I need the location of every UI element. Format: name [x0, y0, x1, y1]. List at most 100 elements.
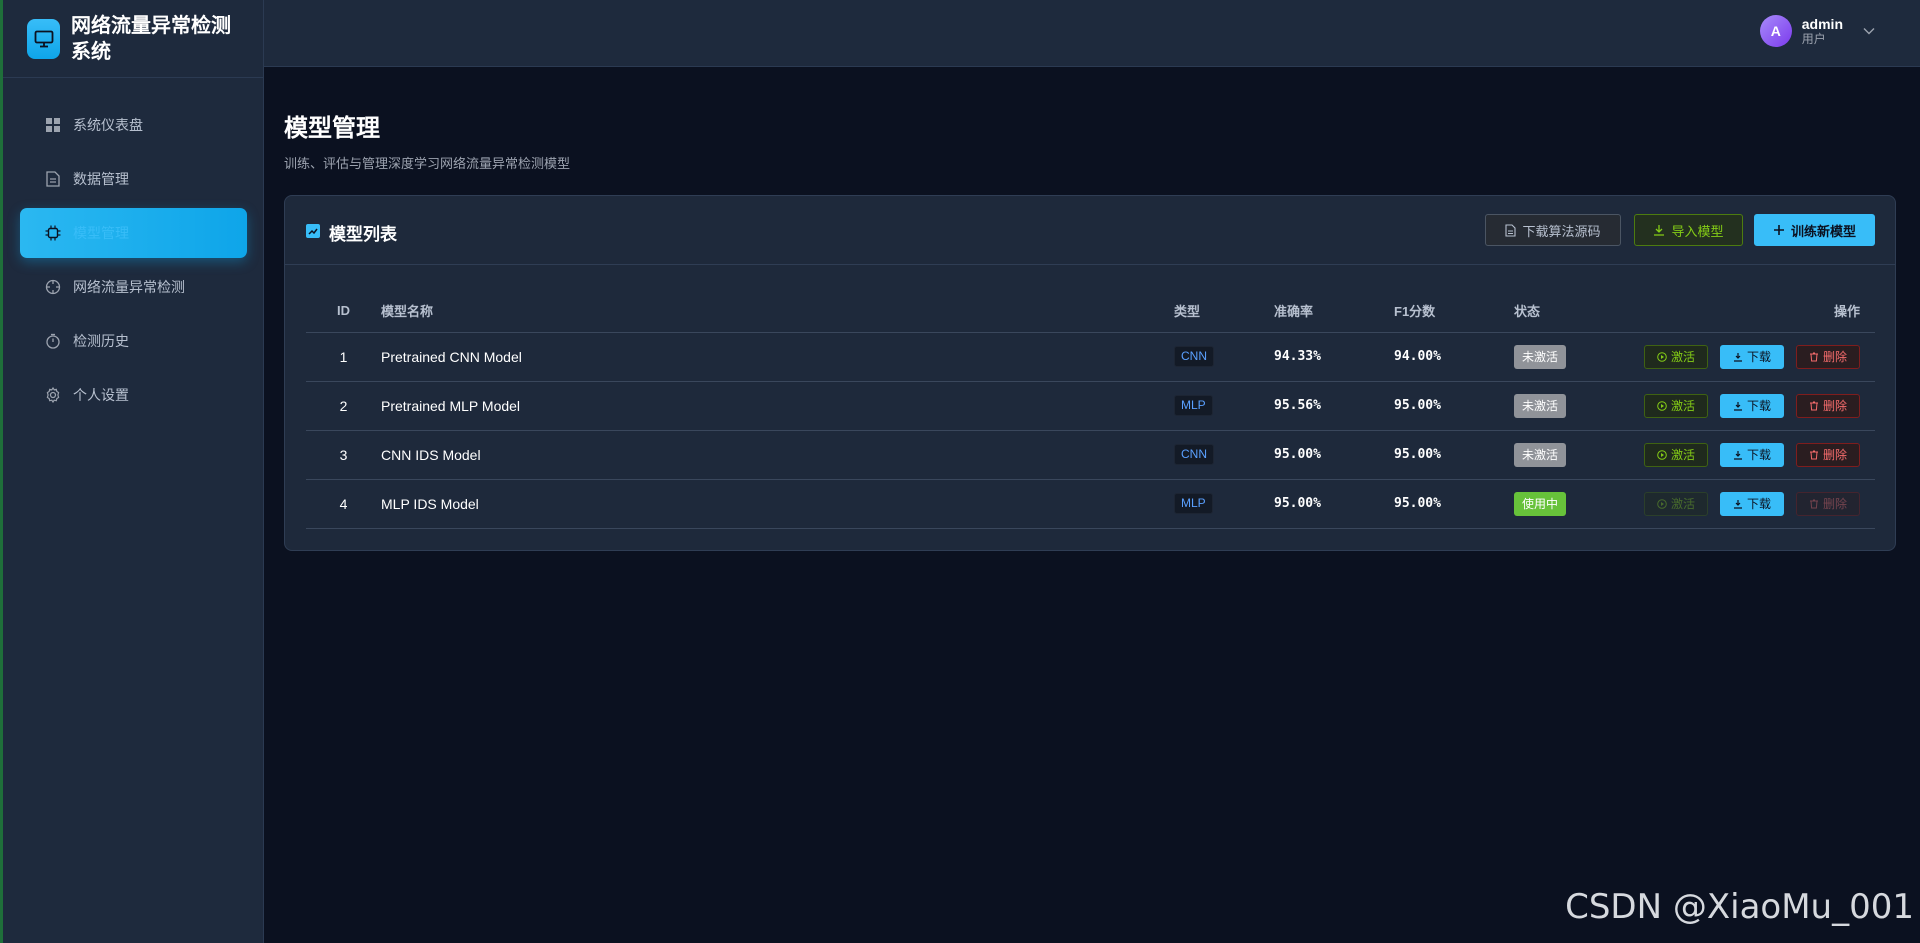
- activate-button[interactable]: 激活: [1644, 344, 1708, 369]
- delete-button[interactable]: 删除: [1796, 491, 1860, 516]
- download-button[interactable]: 下载: [1720, 393, 1784, 418]
- cell-name: CNN IDS Model: [381, 430, 1174, 480]
- type-tag: CNN: [1174, 346, 1214, 367]
- table-row: 4 MLP IDS Model MLP 95.00% 95.00% 使用中 激活…: [306, 479, 1875, 529]
- crosshair-icon: [45, 279, 61, 295]
- stopwatch-icon: [45, 333, 61, 349]
- chevron-down-icon[interactable]: [1863, 22, 1875, 40]
- user-menu[interactable]: A admin 用户: [1759, 15, 1875, 47]
- card-title: 模型列表: [306, 220, 397, 245]
- column-header-ops: 操作: [1644, 290, 1875, 333]
- dashboard-icon: [45, 117, 61, 133]
- top-header: A admin 用户: [264, 0, 1920, 67]
- sidebar-item-data[interactable]: 数据管理: [20, 154, 247, 204]
- import-model-label: 导入模型: [1671, 223, 1724, 239]
- download-label: 下载: [1746, 448, 1771, 462]
- download-source-button[interactable]: 下载算法源码: [1485, 214, 1621, 246]
- download-icon: [1733, 450, 1743, 460]
- sidebar-item-label: 检测历史: [73, 333, 129, 349]
- download-icon: [1733, 499, 1743, 509]
- import-model-button[interactable]: 导入模型: [1634, 214, 1743, 246]
- cell-f1: 95.00%: [1394, 430, 1514, 480]
- model-list-card: 模型列表 下载算法源码 导入模型 训练新模型 ID 模型名称 类型 准确率 F1…: [284, 195, 1896, 551]
- cell-name: Pretrained MLP Model: [381, 381, 1174, 431]
- chart-icon: [306, 223, 320, 243]
- status-badge: 未激活: [1514, 442, 1567, 467]
- cell-accuracy: 94.33%: [1274, 332, 1394, 382]
- sidebar-item-label: 数据管理: [73, 171, 129, 187]
- document-icon: [45, 171, 61, 187]
- card-header: 模型列表 下载算法源码 导入模型 训练新模型: [285, 196, 1895, 265]
- download-label: 下载: [1746, 497, 1771, 511]
- column-header-f1: F1分数: [1394, 290, 1514, 333]
- gear-icon: [45, 387, 61, 403]
- column-header-name: 模型名称: [381, 290, 1174, 333]
- activate-button[interactable]: 激活: [1644, 393, 1708, 418]
- cell-name: MLP IDS Model: [381, 479, 1174, 529]
- sidebar-item-detection[interactable]: 网络流量异常检测: [20, 262, 247, 312]
- column-header-status: 状态: [1514, 290, 1644, 333]
- play-circle-icon: [1657, 498, 1667, 509]
- cell-id: 3: [306, 430, 381, 480]
- activate-label: 激活: [1670, 350, 1695, 364]
- sidebar: 网络流量异常检测系统 系统仪表盘 数据管理 模型管理 网络流量异常检测 检测历史…: [3, 0, 264, 943]
- sidebar-item-dashboard[interactable]: 系统仪表盘: [20, 100, 247, 150]
- activate-label: 激活: [1670, 448, 1695, 462]
- download-label: 下载: [1746, 350, 1771, 364]
- user-role: 用户: [1801, 31, 1826, 46]
- train-new-model-label: 训练新模型: [1790, 223, 1856, 239]
- monitor-icon: [27, 18, 60, 59]
- plus-icon: [1773, 224, 1785, 236]
- chip-icon: [45, 225, 61, 241]
- avatar: A: [1759, 15, 1792, 47]
- download-button[interactable]: 下载: [1720, 344, 1784, 369]
- column-header-id: ID: [306, 290, 381, 333]
- download-label: 下载: [1746, 399, 1771, 413]
- cell-accuracy: 95.00%: [1274, 479, 1394, 529]
- model-table: ID 模型名称 类型 准确率 F1分数 状态 操作 1 Pretrained C…: [306, 290, 1875, 529]
- download-button[interactable]: 下载: [1720, 491, 1784, 516]
- train-new-model-button[interactable]: 训练新模型: [1754, 214, 1875, 246]
- table-header-row: ID 模型名称 类型 准确率 F1分数 状态 操作: [306, 290, 1875, 333]
- trash-icon: [1809, 450, 1819, 460]
- download-icon: [1733, 401, 1743, 411]
- delete-button[interactable]: 删除: [1796, 344, 1860, 369]
- app-title: 网络流量异常检测系统: [71, 14, 231, 63]
- activate-button[interactable]: 激活: [1644, 442, 1708, 467]
- watermark: CSDN @XiaoMu_001: [1565, 887, 1914, 927]
- delete-button[interactable]: 删除: [1796, 393, 1860, 418]
- cell-id: 4: [306, 479, 381, 529]
- column-header-accuracy: 准确率: [1274, 290, 1394, 333]
- cell-name: Pretrained CNN Model: [381, 332, 1174, 382]
- sidebar-item-history[interactable]: 检测历史: [20, 316, 247, 366]
- sidebar-item-label: 系统仪表盘: [73, 117, 143, 133]
- activate-label: 激活: [1670, 497, 1695, 511]
- cell-f1: 95.00%: [1394, 381, 1514, 431]
- delete-label: 删除: [1822, 399, 1847, 413]
- card-title-text: 模型列表: [329, 225, 397, 244]
- cell-id: 1: [306, 332, 381, 382]
- activate-label: 激活: [1670, 399, 1695, 413]
- cell-id: 2: [306, 381, 381, 431]
- cell-f1: 94.00%: [1394, 332, 1514, 382]
- trash-icon: [1809, 499, 1819, 509]
- cell-accuracy: 95.56%: [1274, 381, 1394, 431]
- sidebar-item-models[interactable]: 模型管理: [20, 208, 247, 258]
- column-header-type: 类型: [1174, 290, 1274, 333]
- play-circle-icon: [1657, 400, 1667, 411]
- activate-button[interactable]: 激活: [1644, 491, 1708, 516]
- user-name: admin: [1801, 15, 1843, 32]
- delete-label: 删除: [1822, 350, 1847, 364]
- sidebar-item-settings[interactable]: 个人设置: [20, 370, 247, 420]
- download-icon: [1653, 224, 1665, 236]
- table-row: 2 Pretrained MLP Model MLP 95.56% 95.00%…: [306, 381, 1875, 431]
- table-row: 1 Pretrained CNN Model CNN 94.33% 94.00%…: [306, 332, 1875, 382]
- delete-button[interactable]: 删除: [1796, 442, 1860, 467]
- brand: 网络流量异常检测系统: [3, 0, 263, 78]
- download-button[interactable]: 下载: [1720, 442, 1784, 467]
- cell-accuracy: 95.00%: [1274, 430, 1394, 480]
- document-icon: [1505, 223, 1517, 237]
- sidebar-item-label: 模型管理: [73, 225, 129, 241]
- trash-icon: [1809, 401, 1819, 411]
- type-tag: MLP: [1174, 493, 1213, 514]
